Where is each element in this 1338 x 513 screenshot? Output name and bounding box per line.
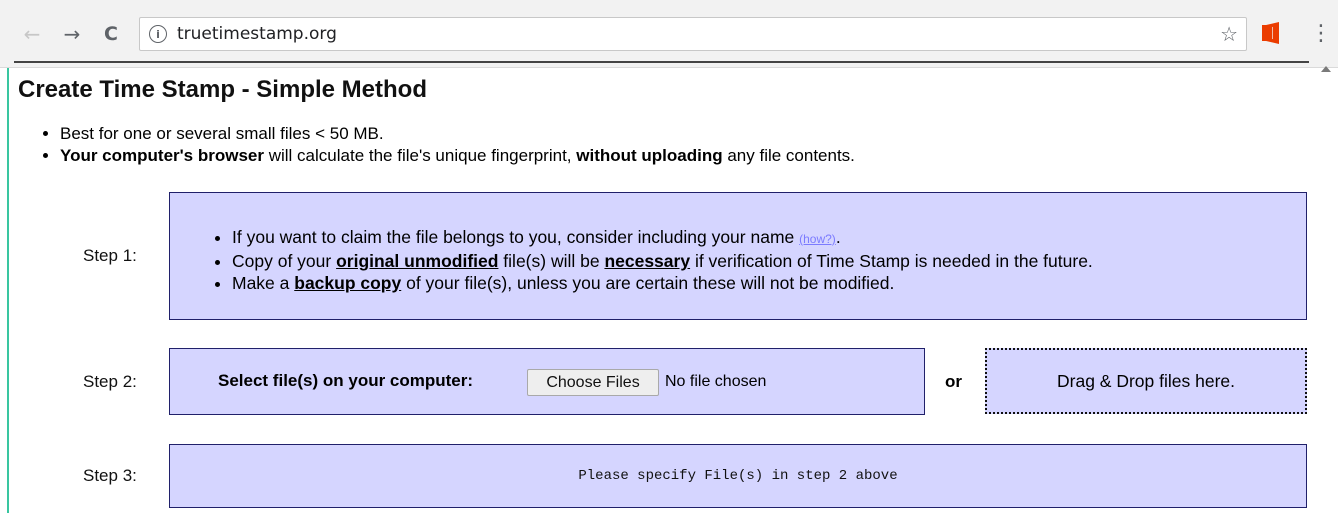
info-icon[interactable]: i	[149, 25, 167, 43]
top-divider	[14, 61, 1309, 63]
step1-text: file(s) will be	[498, 251, 605, 271]
intro-list: Best for one or several small files < 50…	[60, 123, 855, 167]
step3-message: Please specify File(s) in step 2 above	[578, 468, 898, 484]
no-file-chosen-text: No file chosen	[665, 373, 767, 390]
choose-files-button[interactable]: Choose Files	[527, 369, 659, 396]
dropzone-label: Drag & Drop files here.	[1057, 370, 1235, 391]
step1-text: If you want to claim the file belongs to…	[232, 227, 800, 247]
step1-label: Step 1:	[83, 246, 137, 265]
page-title: Create Time Stamp - Simple Method	[18, 76, 427, 103]
intro-text: any file contents.	[722, 146, 855, 165]
bold-necessary: necessary	[604, 251, 691, 271]
bold-backup-copy: backup copy	[294, 273, 402, 293]
page-left-accent	[7, 68, 9, 513]
intro-bold-without-uploading: without uploading	[576, 146, 723, 165]
url-text[interactable]: truetimestamp.org	[177, 24, 337, 44]
step1-box: If you want to claim the file belongs to…	[169, 192, 1307, 320]
forward-icon[interactable]: →	[60, 20, 84, 48]
step1-text: Copy of your	[232, 251, 337, 271]
step1-text: if verification of Time Stamp is needed …	[690, 251, 1093, 271]
step3-label: Step 3:	[83, 466, 137, 485]
list-item: Make a backup copy of your file(s), unle…	[232, 272, 1093, 294]
reload-icon[interactable]: C	[99, 20, 123, 48]
step2-box: Select file(s) on your computer: Choose …	[169, 348, 925, 415]
star-icon[interactable]: ☆	[1220, 22, 1238, 46]
list-item: Copy of your original unmodified file(s)…	[232, 250, 1093, 272]
scroll-up-icon[interactable]	[1321, 66, 1331, 72]
intro-bold-browser: Your computer's browser	[60, 146, 264, 165]
how-link[interactable]: (how?)	[799, 232, 836, 246]
back-icon[interactable]: ←	[20, 20, 44, 48]
list-item: If you want to claim the file belongs to…	[232, 226, 1093, 250]
step1-text: of your file(s), unless you are certain …	[401, 273, 895, 293]
list-item: Best for one or several small files < 50…	[60, 123, 855, 145]
drag-drop-zone[interactable]: Drag & Drop files here.	[985, 348, 1307, 414]
menu-icon[interactable]: ⋮	[1310, 20, 1332, 48]
or-label: or	[945, 372, 962, 391]
step1-text: Make a	[232, 273, 295, 293]
step2-label: Step 2:	[83, 372, 137, 391]
bold-original-unmodified: original unmodified	[336, 251, 499, 271]
intro-text: will calculate the file's unique fingerp…	[264, 146, 577, 165]
select-files-label: Select file(s) on your computer:	[218, 371, 474, 390]
step1-text: .	[835, 227, 841, 247]
step1-list: If you want to claim the file belongs to…	[232, 226, 1093, 294]
step3-box: Please specify File(s) in step 2 above	[169, 444, 1307, 508]
intro-item-text: Best for one or several small files < 50…	[60, 124, 384, 143]
office-icon[interactable]	[1262, 22, 1279, 44]
browser-toolbar: ← → C i truetimestamp.org ☆ ⋮	[0, 0, 1338, 68]
address-bar[interactable]: i truetimestamp.org ☆	[139, 17, 1247, 51]
list-item: Your computer's browser will calculate t…	[60, 145, 855, 167]
